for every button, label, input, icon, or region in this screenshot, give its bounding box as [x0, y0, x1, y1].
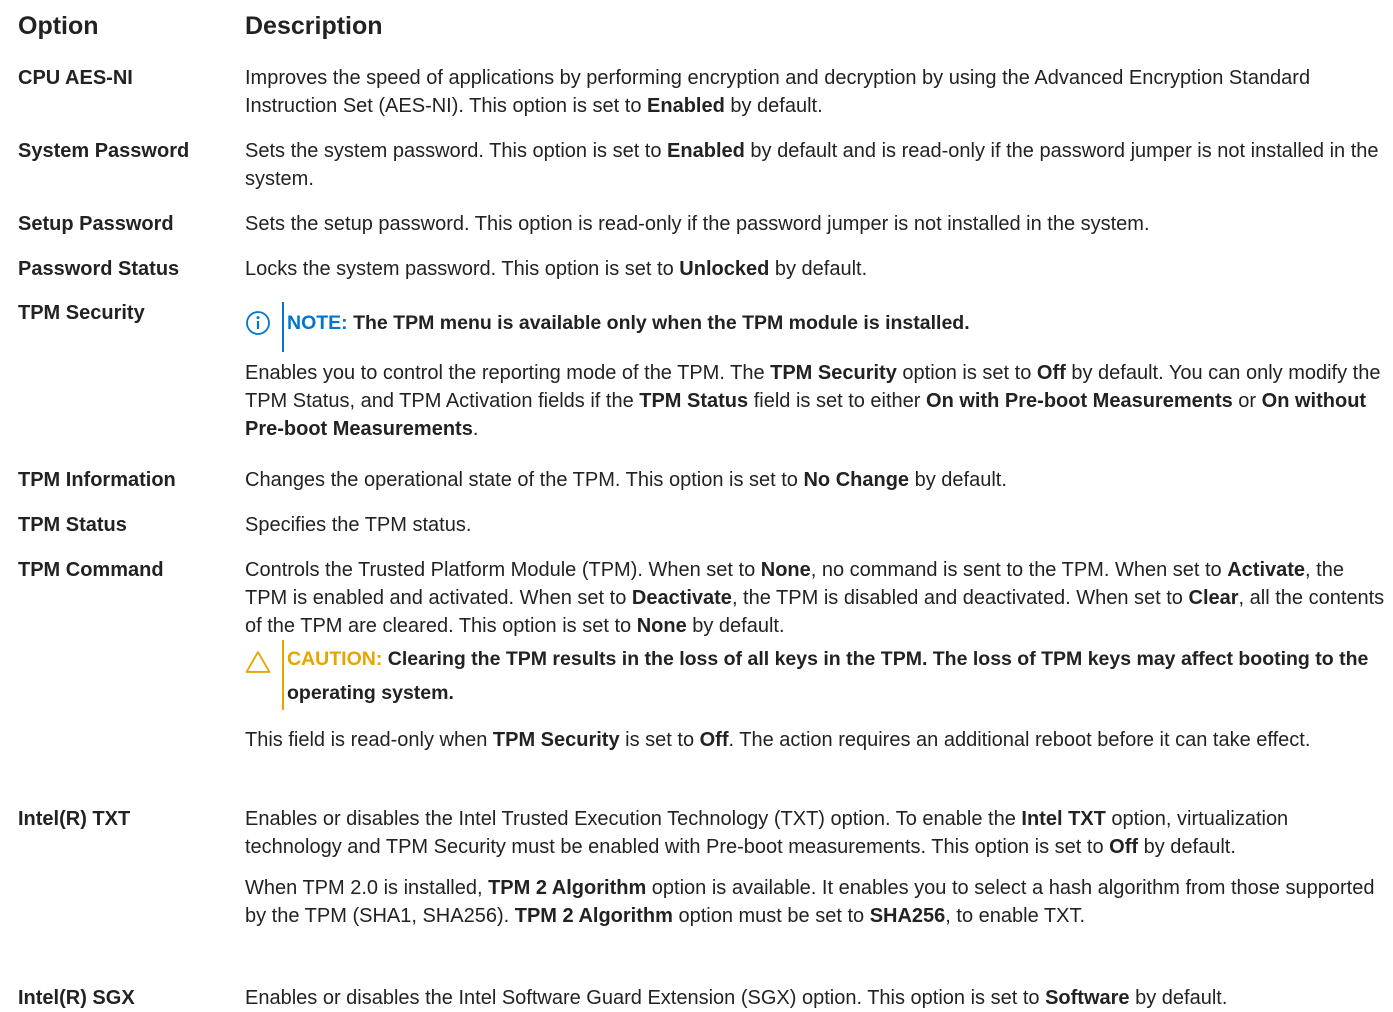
note-text: The TPM menu is available only when the …	[347, 312, 970, 334]
option-description: Sets the setup password. This option is …	[245, 213, 1150, 235]
option-name: Setup Password	[18, 213, 174, 235]
option-description: Controls the Trusted Platform Module (TP…	[245, 559, 1385, 751]
option-name: TPM Security	[18, 302, 145, 324]
option-name: Intel(R) TXT	[18, 808, 131, 830]
caution-label: CAUTION:	[287, 648, 383, 670]
option-name: TPM Information	[18, 469, 176, 491]
info-circle-icon	[246, 311, 270, 335]
option-description: Changes the operational state of the TPM…	[245, 469, 1007, 491]
option-description: Specifies the TPM status.	[245, 514, 472, 536]
option-name: TPM Command	[18, 559, 164, 581]
option-description: Enables or disables the Intel Software G…	[245, 987, 1228, 1009]
caution-text: Clearing the TPM results in the loss of …	[287, 648, 1369, 704]
caution-callout: CAUTION: Clearing the TPM results in the…	[245, 640, 1385, 710]
note-callout: NOTE: The TPM menu is available only whe…	[245, 302, 1385, 352]
option-description: Sets the system password. This option is…	[245, 140, 1379, 190]
option-name: Intel(R) SGX	[18, 987, 135, 1009]
warning-triangle-icon	[245, 651, 271, 673]
option-description: NOTE: The TPM menu is available only whe…	[245, 302, 1385, 443]
option-description: Improves the speed of applications by pe…	[245, 67, 1311, 117]
option-name: CPU AES-NI	[18, 67, 133, 89]
option-name: Password Status	[18, 258, 180, 280]
option-description: Locks the system password. This option i…	[245, 258, 868, 280]
option-name: TPM Status	[18, 514, 127, 536]
option-column-header: Option	[18, 12, 99, 40]
security-options-table: Option Description CPU AES-NI Improves t…	[0, 0, 1393, 1009]
description-column-header: Description	[245, 12, 383, 40]
note-label: NOTE:	[287, 312, 348, 334]
option-description: Enables or disables the Intel Trusted Ex…	[245, 808, 1375, 927]
caution-accent-bar	[282, 640, 284, 710]
option-name: System Password	[18, 140, 190, 162]
note-accent-bar	[282, 302, 284, 352]
